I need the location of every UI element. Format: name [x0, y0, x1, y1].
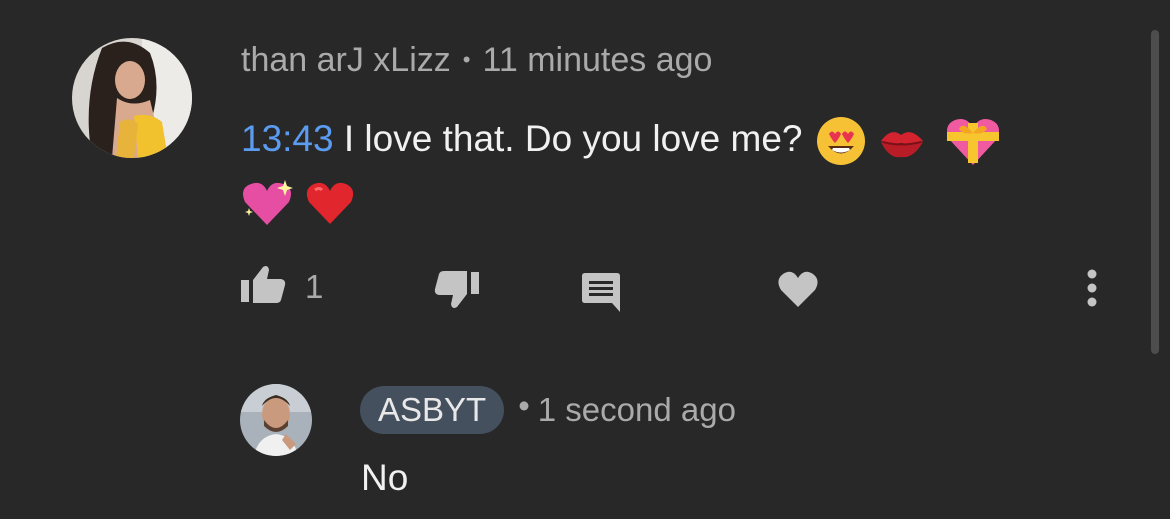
heart-button[interactable]	[777, 270, 819, 313]
separator-dot: •	[518, 387, 530, 424]
reply-author-avatar[interactable]	[240, 384, 312, 456]
heart-with-ribbon-emoji	[945, 115, 1001, 167]
comment-time: 11 minutes ago	[482, 41, 713, 79]
sparkling-heart-emoji	[241, 178, 295, 228]
comment-thread: than arJ xLizz • 11 minutes ago 13:43 I lo…	[0, 0, 1170, 519]
reply-body: No	[361, 457, 409, 498]
like-count: 1	[305, 267, 324, 305]
thumbs-up-icon	[241, 264, 287, 309]
reply-time: 1 second ago	[537, 391, 736, 428]
dislike-button[interactable]	[433, 270, 479, 315]
separator-dot: •	[462, 47, 471, 72]
heart-eyes-emoji	[815, 115, 867, 167]
more-vert-icon	[1086, 269, 1098, 312]
reply-button[interactable]	[580, 272, 622, 319]
thumbs-down-icon	[433, 270, 479, 315]
red-heart-emoji	[305, 180, 355, 226]
scrollbar[interactable]	[1151, 30, 1159, 354]
commenter-avatar[interactable]	[72, 38, 192, 158]
reply-header: ASBYT • 1 second ago	[360, 386, 736, 434]
heart-icon	[777, 270, 819, 313]
comment-body: 13:43 I love that. Do you love me?	[241, 108, 1071, 232]
like-button[interactable]: 1	[241, 264, 323, 309]
comment-header: than arJ xLizz • 11 minutes ago	[241, 41, 712, 80]
kiss-mark-emoji	[877, 121, 927, 161]
timestamp-link[interactable]: 13:43	[241, 118, 334, 159]
comment-text: I love that. Do you love me?	[333, 118, 813, 159]
comment-author[interactable]: than arJ xLizz	[241, 41, 451, 79]
more-options-button[interactable]	[1080, 269, 1104, 312]
reply-author-badge[interactable]: ASBYT	[360, 386, 505, 434]
reply-icon	[580, 272, 622, 319]
